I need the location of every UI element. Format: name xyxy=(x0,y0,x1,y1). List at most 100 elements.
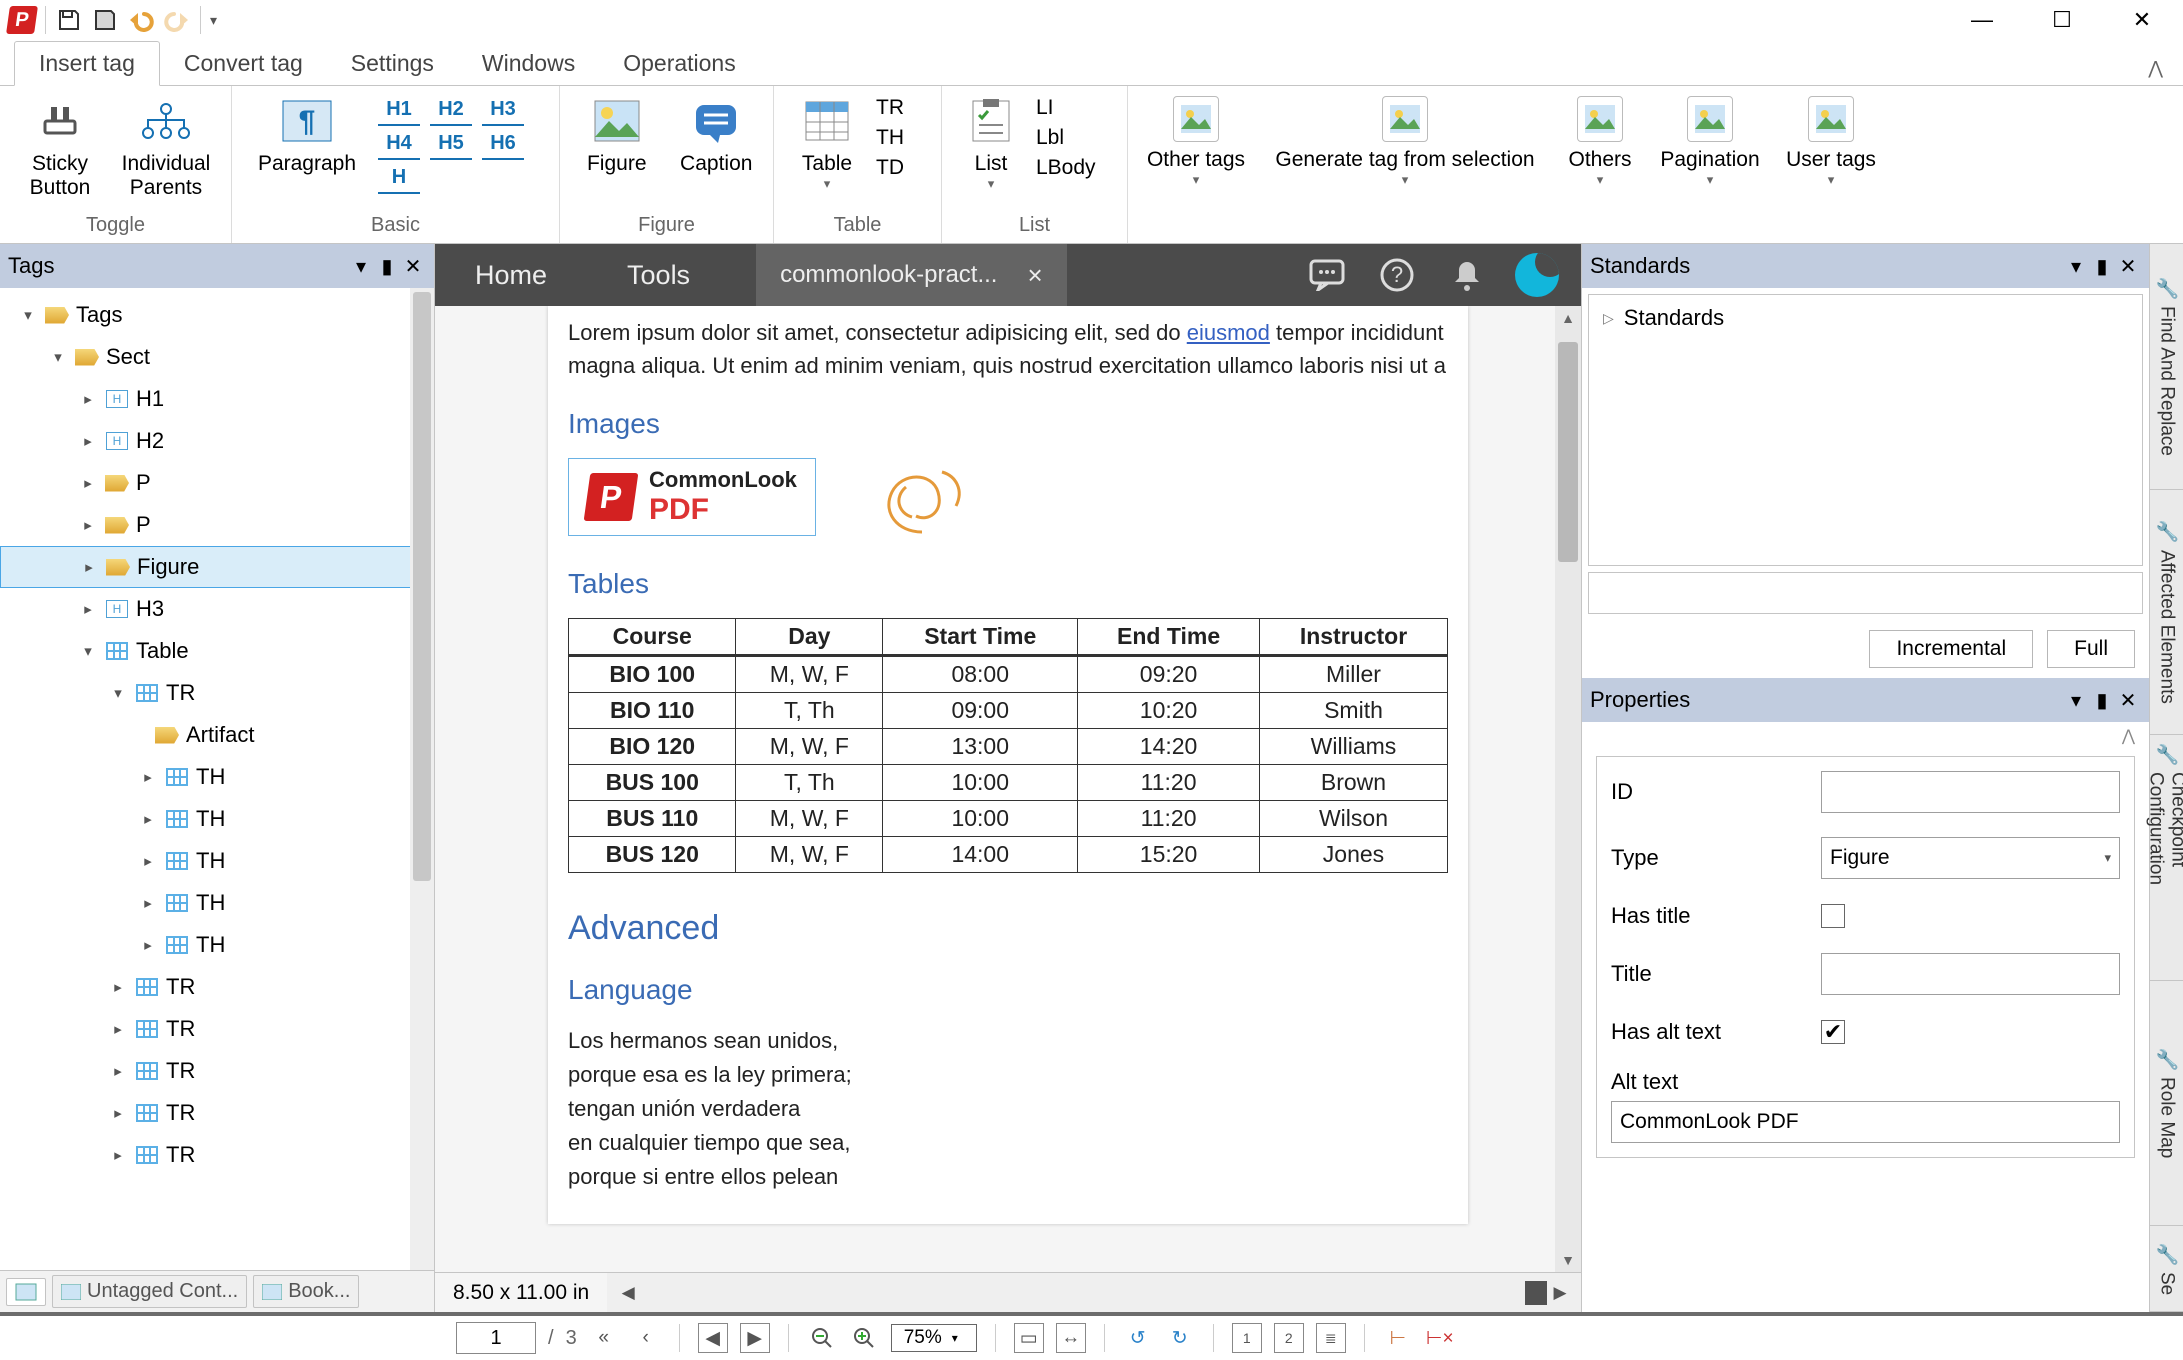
panel-pin-icon[interactable]: ▮ xyxy=(374,254,400,279)
incremental-button[interactable]: Incremental xyxy=(1869,630,2033,668)
li-button[interactable]: LI xyxy=(1036,96,1096,120)
th-button[interactable]: TH xyxy=(876,126,904,150)
tab-untagged[interactable]: Untagged Cont... xyxy=(52,1275,247,1308)
maximize-button[interactable]: ☐ xyxy=(2027,0,2097,40)
minimize-button[interactable]: — xyxy=(1947,0,2017,40)
h5-button[interactable]: H5 xyxy=(430,132,472,160)
side-tab-role-map[interactable]: 🔧Role Map xyxy=(2150,981,2183,1227)
side-tab-affected[interactable]: 🔧Affected Elements xyxy=(2150,490,2183,736)
tree-node[interactable]: TR xyxy=(166,1016,195,1042)
zoom-in-icon[interactable] xyxy=(849,1323,879,1353)
tree-node[interactable]: TH xyxy=(196,764,225,790)
tree-node[interactable]: H1 xyxy=(136,386,164,412)
tab-bookmarks[interactable]: Book... xyxy=(253,1275,359,1308)
panel-close-icon[interactable]: ✕ xyxy=(400,254,426,279)
scroll-up-icon[interactable]: ⋀ xyxy=(1582,722,2149,746)
lbody-button[interactable]: LBody xyxy=(1036,156,1096,180)
zoom-out-icon[interactable] xyxy=(807,1323,837,1353)
next-view-icon[interactable]: ▶ xyxy=(740,1323,770,1353)
checkbox-has-title[interactable] xyxy=(1821,904,1845,928)
lbl-button[interactable]: Lbl xyxy=(1036,126,1096,150)
caption-button[interactable]: Caption xyxy=(670,90,764,176)
tree-node[interactable]: TR xyxy=(166,1058,195,1084)
undo-icon[interactable] xyxy=(125,4,157,36)
tree-node[interactable]: Table xyxy=(136,638,189,664)
rotate-ccw-icon[interactable]: ↺ xyxy=(1123,1323,1153,1353)
tree-node[interactable]: H2 xyxy=(136,428,164,454)
redo-icon[interactable] xyxy=(161,4,193,36)
td-button[interactable]: TD xyxy=(876,156,904,180)
doc-vertical-scrollbar[interactable]: ▲ ▼ xyxy=(1555,306,1581,1272)
tree-node[interactable]: TR xyxy=(166,1142,195,1168)
page-mode-2-icon[interactable]: 2 xyxy=(1274,1323,1304,1353)
zoom-select[interactable]: 75%▾ xyxy=(891,1324,977,1352)
tr-button[interactable]: TR xyxy=(876,96,904,120)
first-page-icon[interactable]: « xyxy=(589,1323,619,1353)
page-mode-3-icon[interactable]: ≣ xyxy=(1316,1323,1346,1353)
h1-button[interactable]: H1 xyxy=(378,98,420,126)
fit-page-icon[interactable]: ▭ xyxy=(1014,1323,1044,1353)
save-icon[interactable] xyxy=(53,4,85,36)
ribbon-collapse-icon[interactable]: ⋀ xyxy=(2142,52,2169,85)
ribbon-tab-operations[interactable]: Operations xyxy=(599,42,760,85)
input-id[interactable] xyxy=(1821,771,2120,813)
doc-tab-home[interactable]: Home xyxy=(435,244,587,306)
tree-node[interactable]: TR xyxy=(166,680,195,706)
page-mode-1-icon[interactable]: 1 xyxy=(1232,1323,1262,1353)
tree-node[interactable]: TR xyxy=(166,1100,195,1126)
ruler-2-icon[interactable]: ⊢× xyxy=(1425,1323,1455,1353)
pdf-page[interactable]: Lorem ipsum dolor sit amet, consectetur … xyxy=(548,306,1468,1224)
doc-tab-tools[interactable]: Tools xyxy=(587,244,730,306)
tree-node-figure[interactable]: Figure xyxy=(137,554,199,580)
panel-pin-icon[interactable]: ▮ xyxy=(2089,688,2115,713)
doc-horizontal-scrollbar[interactable]: ◀ ▶ xyxy=(607,1273,1581,1312)
tree-node[interactable]: P xyxy=(136,470,151,496)
save-all-icon[interactable] xyxy=(89,4,121,36)
fit-width-icon[interactable]: ↔ xyxy=(1056,1323,1086,1353)
panel-close-icon[interactable]: ✕ xyxy=(2115,688,2141,713)
page-number-input[interactable] xyxy=(456,1322,536,1354)
h2-button[interactable]: H2 xyxy=(430,98,472,126)
bell-icon[interactable] xyxy=(1445,253,1489,297)
figure-button[interactable]: Figure xyxy=(570,90,664,176)
h-button[interactable]: H xyxy=(378,166,420,194)
tree-node[interactable]: TH xyxy=(196,806,225,832)
standards-tree[interactable]: ▷Standards xyxy=(1588,294,2143,566)
tree-node[interactable]: TH xyxy=(196,932,225,958)
user-avatar[interactable] xyxy=(1515,253,1559,297)
ribbon-tab-insert-tag[interactable]: Insert tag xyxy=(14,41,160,86)
side-tab-find-replace[interactable]: 🔧Find And Replace xyxy=(2150,244,2183,490)
side-tab-checkpoint[interactable]: 🔧Checkpoint Configuration xyxy=(2150,735,2183,981)
rotate-cw-icon[interactable]: ↻ xyxy=(1165,1323,1195,1353)
tree-node[interactable]: TH xyxy=(196,890,225,916)
generate-tag-button[interactable]: Generate tag from selection▾ xyxy=(1260,90,1550,188)
h3-button[interactable]: H3 xyxy=(482,98,524,126)
panel-menu-icon[interactable]: ▾ xyxy=(2063,688,2089,713)
tab-tags-icon[interactable] xyxy=(6,1278,46,1306)
ribbon-tab-settings[interactable]: Settings xyxy=(327,42,458,85)
other-tags-button[interactable]: Other tags▾ xyxy=(1138,90,1254,188)
doc-tab-file[interactable]: commonlook-pract... × xyxy=(756,244,1067,306)
close-button[interactable]: ✕ xyxy=(2107,0,2177,40)
prev-view-icon[interactable]: ◀ xyxy=(698,1323,728,1353)
tree-scrollbar[interactable] xyxy=(410,288,434,1270)
side-tab-se[interactable]: 🔧Se xyxy=(2150,1226,2183,1312)
panel-pin-icon[interactable]: ▮ xyxy=(2089,254,2115,279)
others-button[interactable]: Others▾ xyxy=(1556,90,1644,188)
tree-node[interactable]: TR xyxy=(166,974,195,1000)
comment-icon[interactable] xyxy=(1305,253,1349,297)
help-icon[interactable]: ? xyxy=(1375,253,1419,297)
tree-root[interactable]: Tags xyxy=(76,302,122,328)
tags-tree[interactable]: ▾Tags ▾Sect ▸HH1 ▸HH2 ▸P ▸P ▸Figure ▸HH3… xyxy=(0,288,434,1270)
individual-parents-button[interactable]: IndividualParents xyxy=(116,90,216,200)
list-button[interactable]: List ▾ xyxy=(952,90,1030,192)
pagination-button[interactable]: Pagination▾ xyxy=(1650,90,1770,188)
tree-node-sect[interactable]: Sect xyxy=(106,344,150,370)
panel-menu-icon[interactable]: ▾ xyxy=(348,254,374,279)
select-type[interactable]: Figure▾ xyxy=(1821,837,2120,879)
input-alt-text[interactable] xyxy=(1611,1101,2120,1143)
h4-button[interactable]: H4 xyxy=(378,132,420,160)
ruler-1-icon[interactable]: ⊢ xyxy=(1383,1323,1413,1353)
paragraph-button[interactable]: ¶ Paragraph xyxy=(242,90,372,176)
doc-tab-close-icon[interactable]: × xyxy=(1019,260,1050,291)
